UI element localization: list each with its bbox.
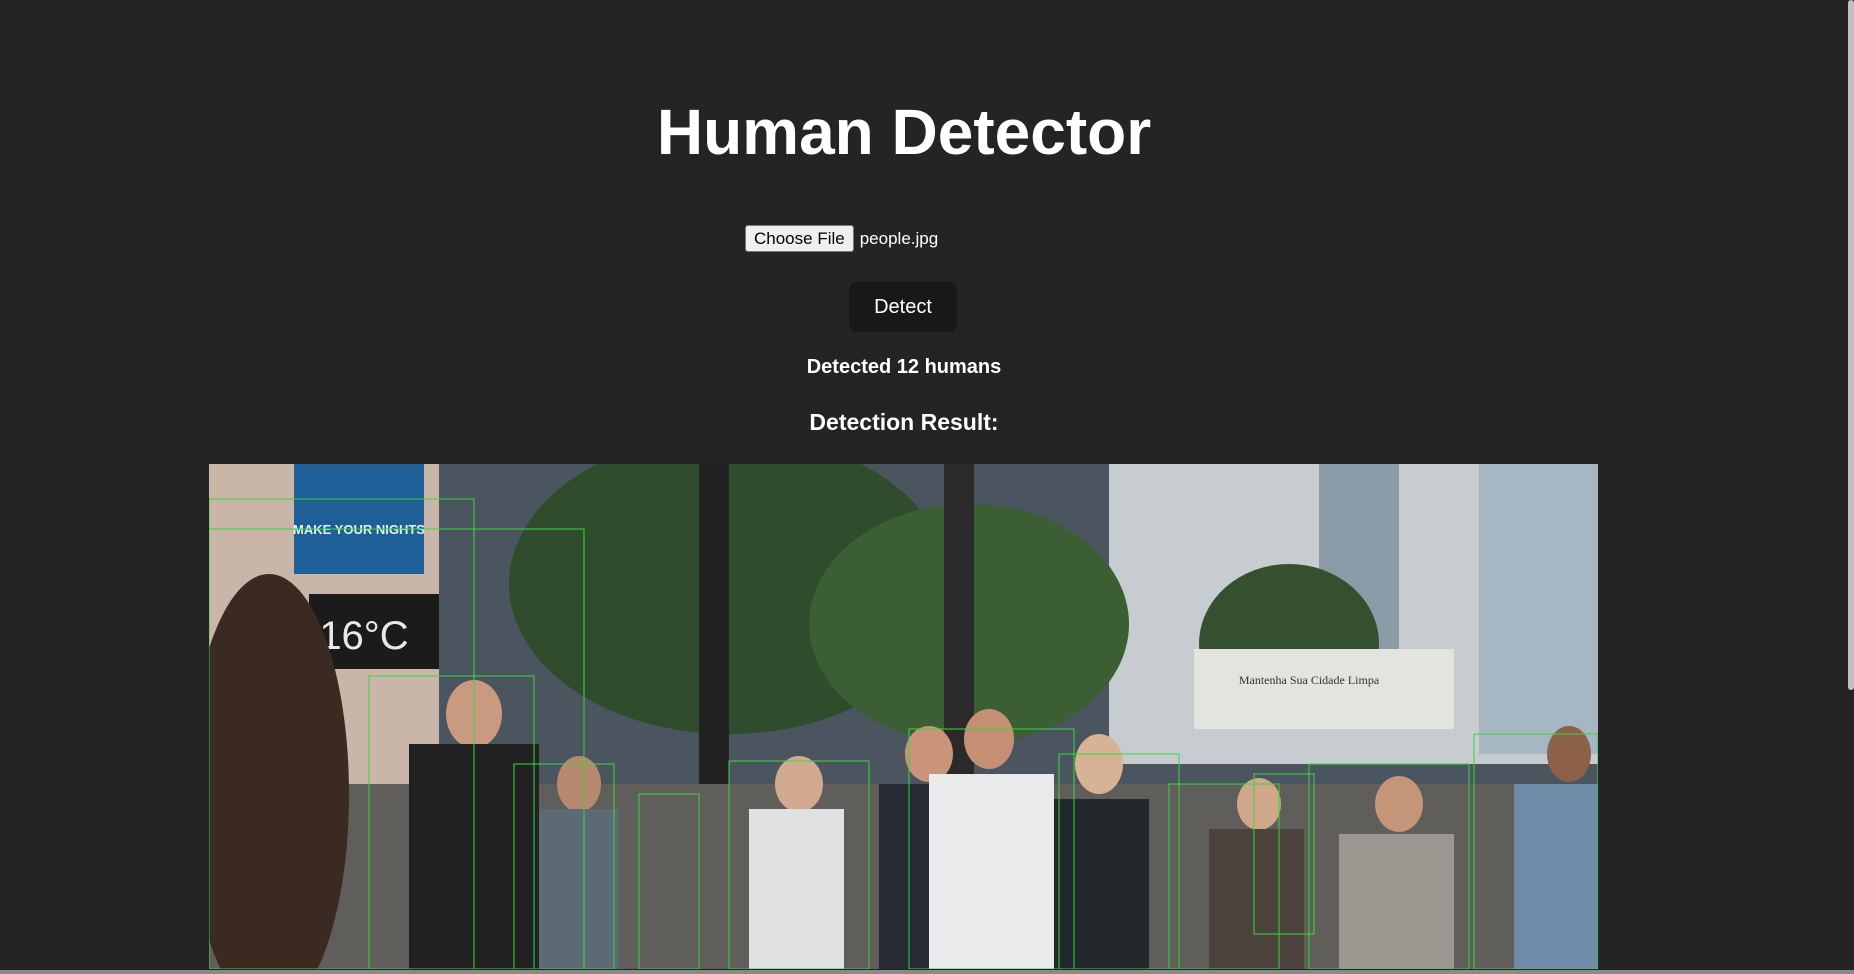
temperature-display: 16°C [319,614,408,658]
detection-result-image: MAKE YOUR NIGHTS 16°C Mantenha Sua Cidad… [209,464,1598,969]
page-title: Human Detector [656,96,1152,168]
street-scene-photo: MAKE YOUR NIGHTS 16°C Mantenha Sua Cidad… [209,464,1598,969]
detect-button[interactable]: Detect [849,282,957,332]
detection-result-heading: Detection Result: [809,409,999,435]
kiosk-sign-text: Mantenha Sua Cidade Limpa [1239,673,1380,687]
choose-file-button[interactable]: Choose File [745,225,854,252]
vertical-scrollbar[interactable] [1848,0,1854,690]
bottom-edge [0,970,1854,974]
page: Human Detector Choose File people.jpg De… [0,0,1854,974]
selected-file-name: people.jpg [859,228,939,248]
detection-count: Detected 12 humans [806,356,1002,378]
file-upload-row: Choose File people.jpg [745,225,938,252]
